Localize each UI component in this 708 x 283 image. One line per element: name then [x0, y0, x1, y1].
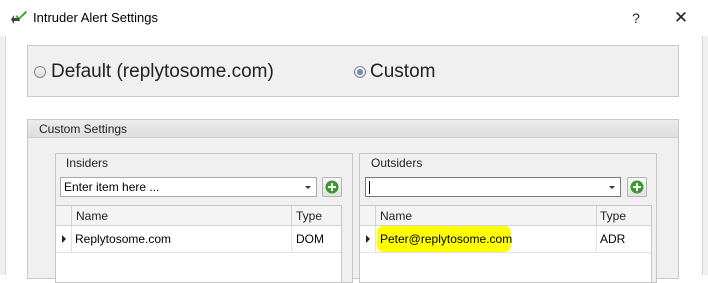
outsiders-row-name[interactable]: Peter@replytosome.com: [380, 232, 512, 246]
insiders-column-separator[interactable]: [291, 206, 292, 226]
chevron-down-icon[interactable]: [606, 181, 618, 193]
default-radio-label[interactable]: Default (replytosome.com): [51, 61, 274, 83]
window-title: Intruder Alert Settings: [33, 10, 159, 25]
outsiders-column-separator[interactable]: [596, 206, 597, 226]
outsiders-indicator-column-separator: [375, 206, 376, 226]
custom-settings-header: Custom Settings: [28, 120, 678, 138]
outsiders-row-bottom-line: [360, 252, 651, 253]
row-indicator-icon: [366, 235, 370, 243]
insiders-name-column-header[interactable]: Name: [76, 209, 108, 223]
outsiders-type-column-header[interactable]: Type: [600, 209, 626, 223]
insiders-row-bottom-line: [56, 252, 341, 253]
insiders-item-combo[interactable]: Enter item here ...: [60, 177, 317, 197]
outsiders-row-type[interactable]: ADR: [600, 232, 625, 246]
outsiders-title: Outsiders: [371, 156, 423, 170]
insiders-row-separator: [291, 226, 292, 252]
title-bar: Intruder Alert Settings ? ✕: [0, 0, 708, 36]
insiders-combo-value: Enter item here ...: [64, 180, 160, 194]
insiders-row-name[interactable]: Replytosome.com: [75, 232, 171, 246]
text-cursor: [369, 181, 370, 194]
insiders-type-column-header[interactable]: Type: [296, 209, 322, 223]
insiders-title: Insiders: [66, 156, 109, 170]
outsiders-row-separator: [375, 226, 376, 252]
row-indicator-icon: [62, 235, 66, 243]
close-button[interactable]: ✕: [670, 6, 692, 30]
add-icon: [325, 180, 339, 194]
outsiders-name-column-header[interactable]: Name: [380, 209, 412, 223]
outsiders-item-combo[interactable]: [365, 177, 621, 197]
chevron-down-icon[interactable]: [302, 181, 314, 193]
insiders-add-button[interactable]: [322, 177, 342, 197]
custom-settings-title: Custom Settings: [39, 122, 128, 136]
outsiders-row-separator: [596, 226, 597, 252]
checkmark-arrow-icon: [11, 10, 27, 24]
insiders-row-type[interactable]: DOM: [296, 232, 324, 246]
insiders-indicator-column-separator: [71, 206, 72, 226]
outsiders-add-button[interactable]: [627, 177, 647, 197]
window-frame-right: [702, 36, 708, 275]
custom-radio[interactable]: [354, 66, 366, 78]
custom-radio-label[interactable]: Custom: [370, 61, 435, 83]
default-radio[interactable]: [34, 66, 46, 78]
insiders-row-separator: [71, 226, 72, 252]
add-icon: [630, 180, 644, 194]
help-button[interactable]: ?: [625, 6, 647, 30]
